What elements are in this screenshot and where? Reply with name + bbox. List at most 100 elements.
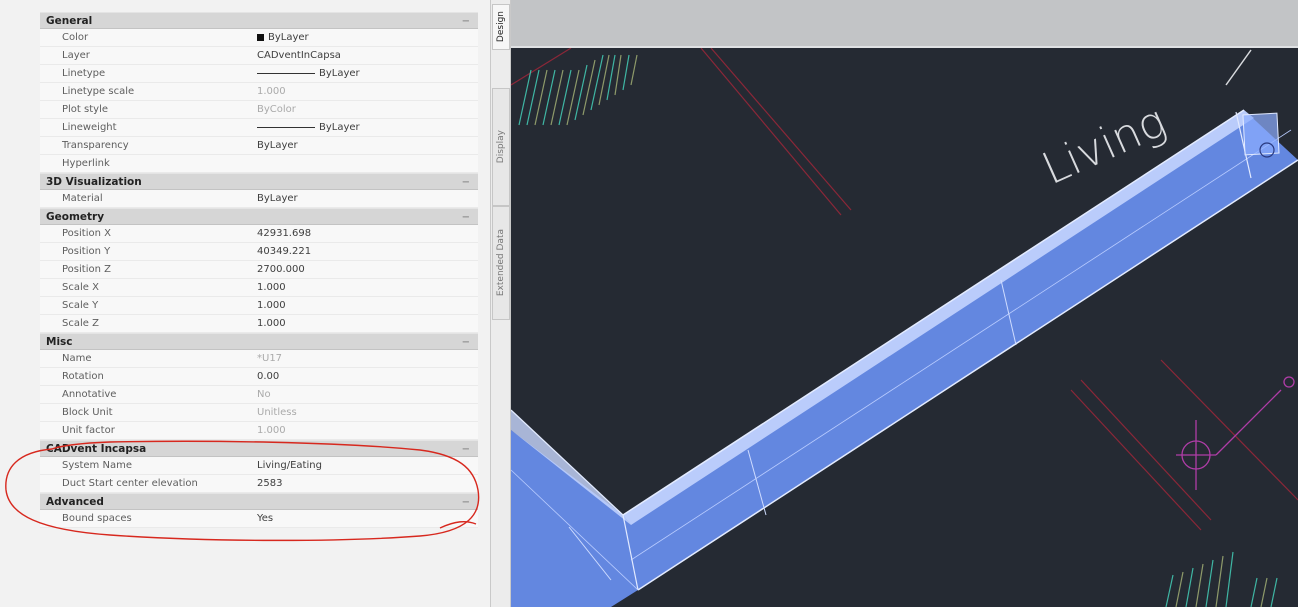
- property-row-hyperlink[interactable]: Hyperlink: [40, 155, 478, 173]
- property-value-text: 1.000: [257, 86, 286, 97]
- property-value-text: CADventInCapsa: [257, 50, 341, 61]
- section-title: 3D Visualization: [46, 176, 142, 188]
- property-value[interactable]: ByLayer: [257, 119, 360, 137]
- property-value-text: Unitless: [257, 407, 297, 418]
- property-row-position-z[interactable]: Position Z 2700.000: [40, 261, 478, 279]
- property-row-annotative[interactable]: Annotative No: [40, 386, 478, 404]
- property-name: Plot style: [62, 104, 109, 115]
- property-name: Name: [62, 353, 92, 364]
- viewport-top-bar: [511, 0, 1298, 48]
- collapse-icon[interactable]: −: [462, 441, 470, 458]
- property-name: Duct Start center elevation: [62, 478, 198, 489]
- property-value[interactable]: 2700.000: [257, 261, 305, 279]
- property-value[interactable]: No: [257, 386, 271, 404]
- property-value-text: 0.00: [257, 371, 280, 382]
- property-row-name[interactable]: Name *U17: [40, 350, 478, 368]
- property-value[interactable]: ByLayer: [257, 190, 298, 208]
- property-value[interactable]: 2583: [257, 475, 282, 493]
- property-row-position-y[interactable]: Position Y 40349.221: [40, 243, 478, 261]
- property-row-linetype-scale[interactable]: Linetype scale 1.000: [40, 83, 478, 101]
- property-name: Block Unit: [62, 407, 113, 418]
- property-row-plot-style[interactable]: Plot style ByColor: [40, 101, 478, 119]
- color-swatch-icon: [257, 33, 264, 41]
- property-value-text: Living/Eating: [257, 460, 322, 471]
- property-name: Annotative: [62, 389, 117, 400]
- property-value-text: 1.000: [257, 318, 286, 329]
- property-row-rotation[interactable]: Rotation 0.00: [40, 368, 478, 386]
- property-name: Bound spaces: [62, 513, 132, 524]
- property-value[interactable]: 1.000: [257, 279, 286, 297]
- property-name: Linetype scale: [62, 86, 135, 97]
- property-value-text: ByLayer: [319, 122, 360, 133]
- property-row-scale-y[interactable]: Scale Y 1.000: [40, 297, 478, 315]
- property-value[interactable]: 1.000: [257, 315, 286, 333]
- property-value-text: ByLayer: [268, 32, 309, 43]
- property-value[interactable]: ByColor: [257, 101, 296, 119]
- property-row-material[interactable]: Material ByLayer: [40, 190, 478, 208]
- property-name: Lineweight: [62, 122, 117, 133]
- property-value[interactable]: 1.000: [257, 422, 286, 440]
- property-value[interactable]: 1.000: [257, 297, 286, 315]
- collapse-icon[interactable]: −: [462, 174, 470, 191]
- tab-design[interactable]: Design: [492, 4, 510, 50]
- drawing-viewport[interactable]: Living: [511, 0, 1298, 607]
- property-value-text: 2583: [257, 478, 283, 489]
- property-value[interactable]: 40349.221: [257, 243, 311, 261]
- property-value[interactable]: Yes: [257, 510, 273, 528]
- property-value[interactable]: ByLayer: [257, 137, 298, 155]
- property-row-color[interactable]: Color ByLayer: [40, 29, 478, 47]
- property-row-linetype[interactable]: Linetype ByLayer: [40, 65, 478, 83]
- property-value[interactable]: 0.00: [257, 368, 279, 386]
- property-value[interactable]: Unitless: [257, 404, 297, 422]
- property-row-position-x[interactable]: Position X 42931.698: [40, 225, 478, 243]
- property-value-text: ByLayer: [257, 140, 298, 151]
- property-value[interactable]: CADventInCapsa: [257, 47, 341, 65]
- section-header-misc[interactable]: Misc −: [40, 333, 478, 350]
- tab-extended-data[interactable]: Extended Data: [492, 206, 510, 320]
- property-name: Position X: [62, 228, 111, 239]
- property-value-text: ByColor: [257, 104, 296, 115]
- property-row-duct-start-center-elevation[interactable]: Duct Start center elevation 2583: [40, 475, 478, 493]
- collapse-icon[interactable]: −: [462, 13, 470, 30]
- property-row-layer[interactable]: Layer CADventInCapsa: [40, 47, 478, 65]
- collapse-icon[interactable]: −: [462, 494, 470, 511]
- property-row-block-unit[interactable]: Block Unit Unitless: [40, 404, 478, 422]
- property-row-scale-x[interactable]: Scale X 1.000: [40, 279, 478, 297]
- property-name: Layer: [62, 50, 90, 61]
- linetype-preview-icon: [257, 72, 315, 74]
- section-title: Advanced: [46, 496, 104, 508]
- property-value-text: 2700.000: [257, 264, 305, 275]
- property-row-scale-z[interactable]: Scale Z 1.000: [40, 315, 478, 333]
- section-header-general[interactable]: General −: [40, 12, 478, 29]
- property-value-text: ByLayer: [319, 68, 360, 79]
- section-header-3d-visualization[interactable]: 3D Visualization −: [40, 173, 478, 190]
- property-name: Linetype: [62, 68, 106, 79]
- section-title: Misc: [46, 336, 73, 348]
- section-header-advanced[interactable]: Advanced −: [40, 493, 478, 510]
- property-value-text: *U17: [257, 353, 283, 364]
- property-row-system-name[interactable]: System Name Living/Eating: [40, 457, 478, 475]
- property-value[interactable]: Living/Eating: [257, 457, 322, 475]
- property-value-text: 42931.698: [257, 228, 312, 239]
- property-row-bound-spaces[interactable]: Bound spaces Yes: [40, 510, 478, 528]
- drawing-canvas[interactable]: Living: [511, 0, 1298, 607]
- property-name: System Name: [62, 460, 132, 471]
- property-name: Unit factor: [62, 425, 115, 436]
- property-value[interactable]: ByLayer: [257, 29, 309, 47]
- section-header-geometry[interactable]: Geometry −: [40, 208, 478, 225]
- property-name: Hyperlink: [62, 158, 110, 169]
- property-name: Position Z: [62, 264, 111, 275]
- collapse-icon[interactable]: −: [462, 209, 470, 226]
- property-value[interactable]: *U17: [257, 350, 282, 368]
- collapse-icon[interactable]: −: [462, 334, 470, 351]
- property-value[interactable]: 1.000: [257, 83, 286, 101]
- property-value[interactable]: 42931.698: [257, 225, 311, 243]
- property-row-unit-factor[interactable]: Unit factor 1.000: [40, 422, 478, 440]
- property-value-text: 1.000: [257, 300, 286, 311]
- property-value[interactable]: ByLayer: [257, 65, 360, 83]
- tab-display[interactable]: Display: [492, 88, 510, 206]
- section-header-cadvent-incapsa[interactable]: CADvent Incapsa −: [40, 440, 478, 457]
- property-row-lineweight[interactable]: Lineweight ByLayer: [40, 119, 478, 137]
- property-name: Scale X: [62, 282, 99, 293]
- property-row-transparency[interactable]: Transparency ByLayer: [40, 137, 478, 155]
